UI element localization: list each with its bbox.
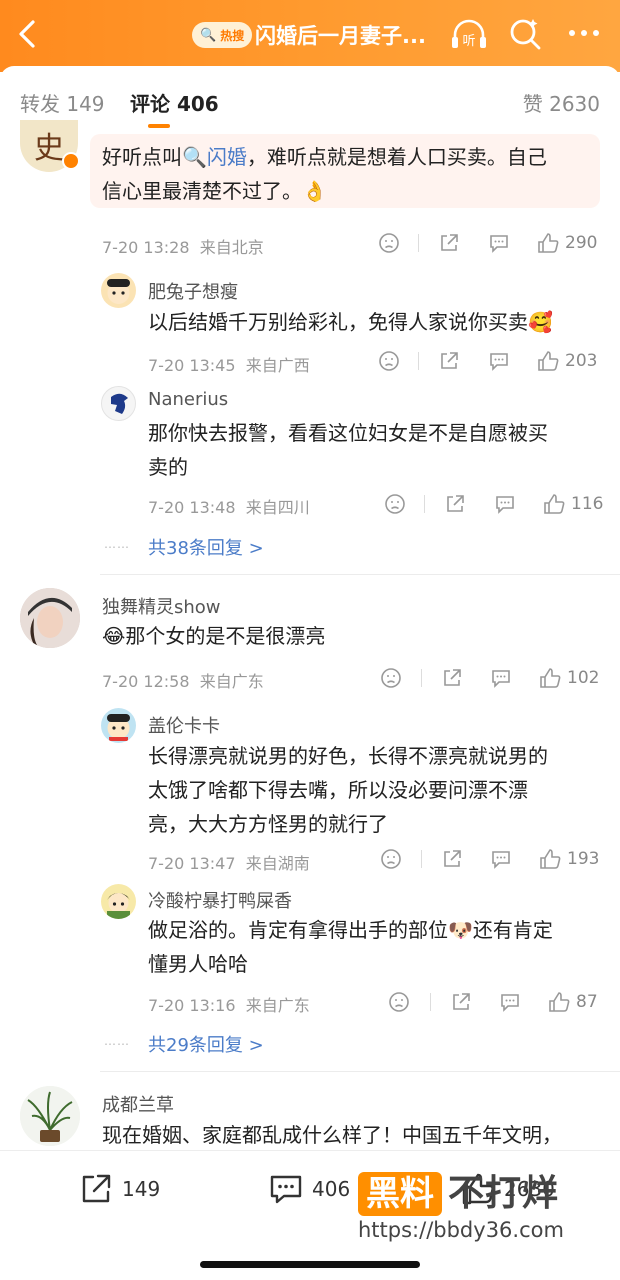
thumbs-up-icon (544, 494, 565, 514)
comment-icon[interactable] (499, 990, 521, 1014)
comment-text: 😂那个女的是不是很漂亮 (102, 624, 326, 648)
comment-button[interactable]: 406 (268, 1171, 350, 1207)
dots-decoration: …… (104, 537, 130, 551)
page-title[interactable]: 闪婚后一月妻子... (255, 20, 426, 50)
tab-likes[interactable]: 赞 2630 (523, 88, 600, 117)
dislike-icon[interactable] (378, 349, 400, 373)
share-icon[interactable] (441, 666, 463, 690)
comment-divider (100, 574, 620, 575)
comment-meta: 7-20 12:58 来自广东 (102, 672, 264, 691)
dislike-icon[interactable] (380, 666, 402, 690)
search-icon[interactable] (508, 16, 542, 50)
like-button[interactable]: 193 (539, 847, 599, 871)
watermark-text: 不打烊 (448, 1173, 560, 1214)
reply-meta: 7-20 13:45 来自广西 (148, 356, 310, 375)
svg-text:史: 史 (34, 131, 64, 166)
tab-comments[interactable]: 评论 406 (130, 88, 219, 117)
share-icon[interactable] (438, 231, 460, 255)
comment-divider (100, 1071, 620, 1072)
share-icon[interactable] (450, 990, 472, 1014)
avatar[interactable] (101, 273, 136, 308)
comment-meta: 7-20 13:28 来自北京 (102, 238, 264, 257)
tab-repost[interactable]: 转发 149 (20, 88, 105, 117)
reply-meta: 7-20 13:47 来自湖南 (148, 854, 310, 873)
tab-bar: 转发 149 评论 406 赞 2630 (0, 66, 620, 130)
repost-icon (82, 1174, 111, 1203)
reply-meta: 7-20 13:16 来自广东 (148, 996, 310, 1015)
reply-username[interactable]: 盖伦卡卡 (148, 712, 220, 738)
avatar[interactable] (101, 708, 136, 743)
comment-icon[interactable] (490, 666, 512, 690)
divider (421, 669, 422, 687)
topic-link[interactable]: 🔍闪婚 (182, 145, 247, 169)
like-button[interactable]: 116 (543, 492, 603, 516)
listen-headphones-icon[interactable]: 听 (450, 17, 488, 51)
back-icon[interactable] (12, 16, 44, 52)
more-options-icon[interactable] (566, 18, 602, 48)
watermark-overlay: 黑料 不打烊 https://bbdy36.com (358, 1172, 588, 1244)
active-tab-indicator (148, 124, 170, 128)
divider (424, 495, 425, 513)
reply-text: 做足浴的。肯定有拿得出手的部位🐶还有肯定 懂男人哈哈 (148, 918, 553, 976)
hot-search-badge[interactable]: 🔍 热搜 (192, 22, 253, 48)
more-replies-link[interactable]: 共29条回复 > (148, 1031, 264, 1057)
like-button[interactable]: 290 (537, 231, 597, 255)
comment-icon[interactable] (488, 349, 510, 373)
share-icon[interactable] (438, 349, 460, 373)
top-nav-bar: 🔍 热搜 闪婚后一月妻子... 听 (0, 0, 620, 72)
reply-text: 那你快去报警，看看这位妇女是不是自愿被买 卖的 (148, 421, 548, 479)
dislike-icon[interactable] (380, 847, 402, 871)
comment-username[interactable]: 独舞精灵show (102, 593, 221, 619)
verified-badge-icon (62, 152, 80, 170)
dislike-icon[interactable] (378, 231, 400, 255)
search-small-icon: 🔍 (200, 27, 217, 43)
thumbs-up-icon (538, 351, 559, 371)
avatar[interactable] (20, 1086, 80, 1146)
comment-icon[interactable] (490, 847, 512, 871)
avatar[interactable] (101, 884, 136, 919)
watermark-logo-box: 黑料 (358, 1172, 442, 1216)
comment-bubble-icon (270, 1175, 302, 1204)
divider (418, 352, 419, 370)
like-button[interactable]: 102 (539, 666, 599, 690)
thumbs-up-icon (538, 233, 559, 253)
reply-text: 以后结婚千万别给彩礼，免得人家说你买卖🥰 (148, 310, 553, 334)
thumbs-up-icon (549, 992, 570, 1012)
divider (421, 850, 422, 868)
dislike-icon[interactable] (388, 990, 410, 1014)
watermark-url: https://bbdy36.com (358, 1218, 564, 1242)
comment-text: 好听点叫🔍闪婚，难听点就是想着人口买卖。自己 信心里最清楚不过了。👌 (102, 145, 547, 203)
repost-button[interactable]: 149 (78, 1171, 160, 1207)
avatar[interactable] (20, 588, 80, 648)
divider (430, 993, 431, 1011)
divider (418, 234, 419, 252)
comment-text: 现在婚姻、家庭都乱成什么样了！中国五千年文明， (102, 1123, 562, 1147)
dots-decoration: …… (104, 1034, 130, 1048)
home-indicator[interactable] (200, 1261, 420, 1268)
comment-icon[interactable] (488, 231, 510, 255)
reply-username[interactable]: Nanerius (148, 389, 228, 410)
avatar[interactable] (101, 386, 136, 421)
like-button[interactable]: 87 (548, 990, 598, 1014)
comment-username[interactable]: 成都兰草 (102, 1091, 174, 1117)
more-replies-link[interactable]: 共38条回复 > (148, 534, 264, 560)
share-icon[interactable] (441, 847, 463, 871)
like-button[interactable]: 203 (537, 349, 597, 373)
reply-username[interactable]: 肥兔子想瘦 (148, 278, 238, 304)
thumbs-up-icon (540, 849, 561, 869)
reply-username[interactable]: 冷酸柠暴打鸭屎香 (148, 887, 292, 913)
reply-meta: 7-20 13:48 来自四川 (148, 498, 310, 517)
reply-text: 长得漂亮就说男的好色，长得不漂亮就说男的 太饿了啥都下得去嘴，所以没必要问漂不漂… (148, 744, 548, 836)
thumbs-up-icon (540, 668, 561, 688)
dislike-icon[interactable] (384, 492, 406, 516)
comment-icon[interactable] (494, 492, 516, 516)
svg-text:听: 听 (462, 34, 475, 49)
share-icon[interactable] (444, 492, 466, 516)
